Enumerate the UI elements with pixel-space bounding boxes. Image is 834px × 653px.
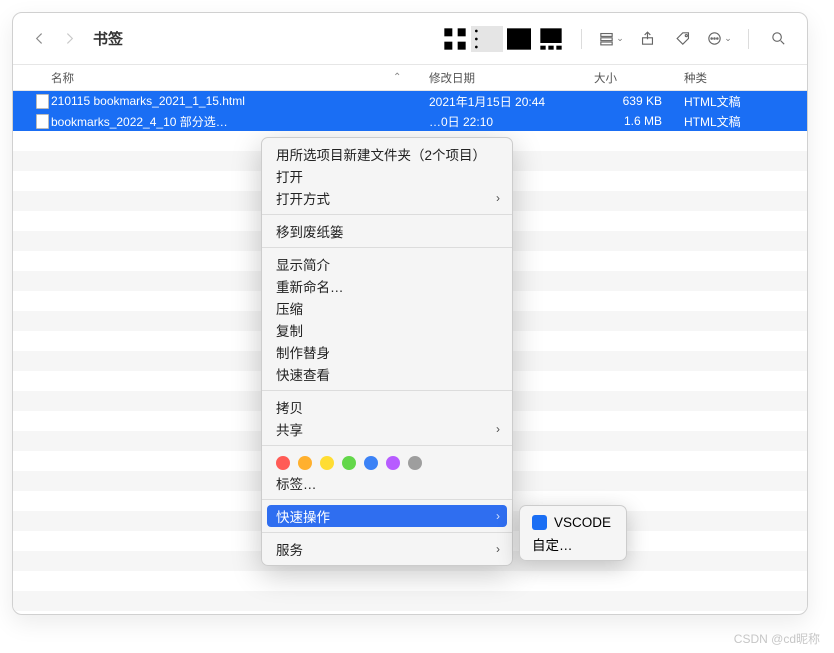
file-icon	[33, 94, 51, 109]
column-header-size[interactable]: 大小	[586, 70, 676, 86]
tag-color-green[interactable]	[342, 456, 356, 470]
column-header-date[interactable]: 修改日期	[421, 70, 586, 86]
view-list-button[interactable]	[471, 26, 503, 52]
file-date: …0日 22:10	[421, 113, 586, 130]
menu-separator	[262, 247, 512, 248]
tag-color-yellow[interactable]	[320, 456, 334, 470]
tag-color-red[interactable]	[276, 456, 290, 470]
watermark: CSDN @cd昵称	[734, 630, 820, 647]
chevron-right-icon: ›	[496, 509, 500, 523]
menu-services[interactable]: 服务›	[262, 538, 512, 560]
tag-color-purple[interactable]	[386, 456, 400, 470]
column-headers: 名称 ⌃ 修改日期 大小 种类	[13, 65, 807, 91]
menu-duplicate[interactable]: 复制	[262, 319, 512, 341]
menu-rename[interactable]: 重新命名…	[262, 275, 512, 297]
search-button[interactable]	[763, 26, 793, 52]
menu-open-with[interactable]: 打开方式›	[262, 187, 512, 209]
chevron-right-icon: ›	[496, 191, 500, 205]
file-kind: HTML文稿	[676, 93, 807, 110]
file-size: 639 KB	[586, 94, 676, 108]
sort-indicator-icon: ⌃	[393, 72, 401, 83]
file-size: 1.6 MB	[586, 114, 676, 128]
column-header-name[interactable]: 名称	[51, 70, 421, 86]
view-columns-button[interactable]	[503, 26, 535, 52]
nav-back-button[interactable]	[27, 27, 51, 51]
file-name: 210115 bookmarks_2021_1_15.html	[51, 94, 421, 108]
tags-button[interactable]	[668, 26, 698, 52]
toolbar-divider	[748, 29, 749, 49]
menu-trash[interactable]: 移到废纸篓	[262, 220, 512, 242]
menu-compress[interactable]: 压缩	[262, 297, 512, 319]
toolbar: 书签 ⌄ ⌄	[13, 13, 807, 65]
file-name: bookmarks_2022_4_10 部分选…	[51, 113, 421, 130]
submenu-customize[interactable]: 自定…	[520, 533, 626, 555]
actions-button[interactable]: ⌄	[704, 26, 734, 52]
view-mode-group	[439, 26, 567, 52]
menu-tags[interactable]: 标签…	[262, 472, 512, 494]
menu-alias[interactable]: 制作替身	[262, 341, 512, 363]
finder-window: 书签 ⌄ ⌄ 名称 ⌃ 修改日期 大小 种类 21011	[12, 12, 808, 615]
column-header-kind[interactable]: 种类	[676, 70, 807, 86]
menu-quicklook[interactable]: 快速查看	[262, 363, 512, 385]
group-by-button[interactable]: ⌄	[596, 26, 626, 52]
view-icons-button[interactable]	[439, 26, 471, 52]
tag-colors-row	[262, 451, 512, 472]
menu-share[interactable]: 共享›	[262, 418, 512, 440]
file-row[interactable]: bookmarks_2022_4_10 部分选… …0日 22:10 1.6 M…	[13, 111, 807, 131]
view-gallery-button[interactable]	[535, 26, 567, 52]
tag-color-gray[interactable]	[408, 456, 422, 470]
file-icon	[33, 114, 51, 129]
submenu-vscode[interactable]: VSCODE	[520, 511, 626, 533]
menu-separator	[262, 532, 512, 533]
menu-copy[interactable]: 拷贝	[262, 396, 512, 418]
menu-separator	[262, 499, 512, 500]
share-button[interactable]	[632, 26, 662, 52]
quick-actions-submenu: VSCODE 自定…	[519, 505, 627, 561]
file-list: 210115 bookmarks_2021_1_15.html 2021年1月1…	[13, 91, 807, 131]
menu-open[interactable]: 打开	[262, 165, 512, 187]
chevron-right-icon: ›	[496, 542, 500, 556]
menu-separator	[262, 390, 512, 391]
tag-color-blue[interactable]	[364, 456, 378, 470]
file-row[interactable]: 210115 bookmarks_2021_1_15.html 2021年1月1…	[13, 91, 807, 111]
menu-new-folder[interactable]: 用所选项目新建文件夹（2个项目）	[262, 143, 512, 165]
menu-separator	[262, 214, 512, 215]
context-menu: 用所选项目新建文件夹（2个项目） 打开 打开方式› 移到废纸篓 显示简介 重新命…	[261, 137, 513, 566]
vscode-app-icon	[532, 515, 547, 530]
nav-forward-button[interactable]	[57, 27, 81, 51]
tag-color-orange[interactable]	[298, 456, 312, 470]
chevron-right-icon: ›	[496, 422, 500, 436]
menu-separator	[262, 445, 512, 446]
file-date: 2021年1月15日 20:44	[421, 93, 586, 110]
menu-get-info[interactable]: 显示简介	[262, 253, 512, 275]
menu-quick-actions[interactable]: 快速操作›	[267, 505, 507, 527]
file-kind: HTML文稿	[676, 113, 807, 130]
toolbar-divider	[581, 29, 582, 49]
window-title: 书签	[93, 28, 123, 49]
